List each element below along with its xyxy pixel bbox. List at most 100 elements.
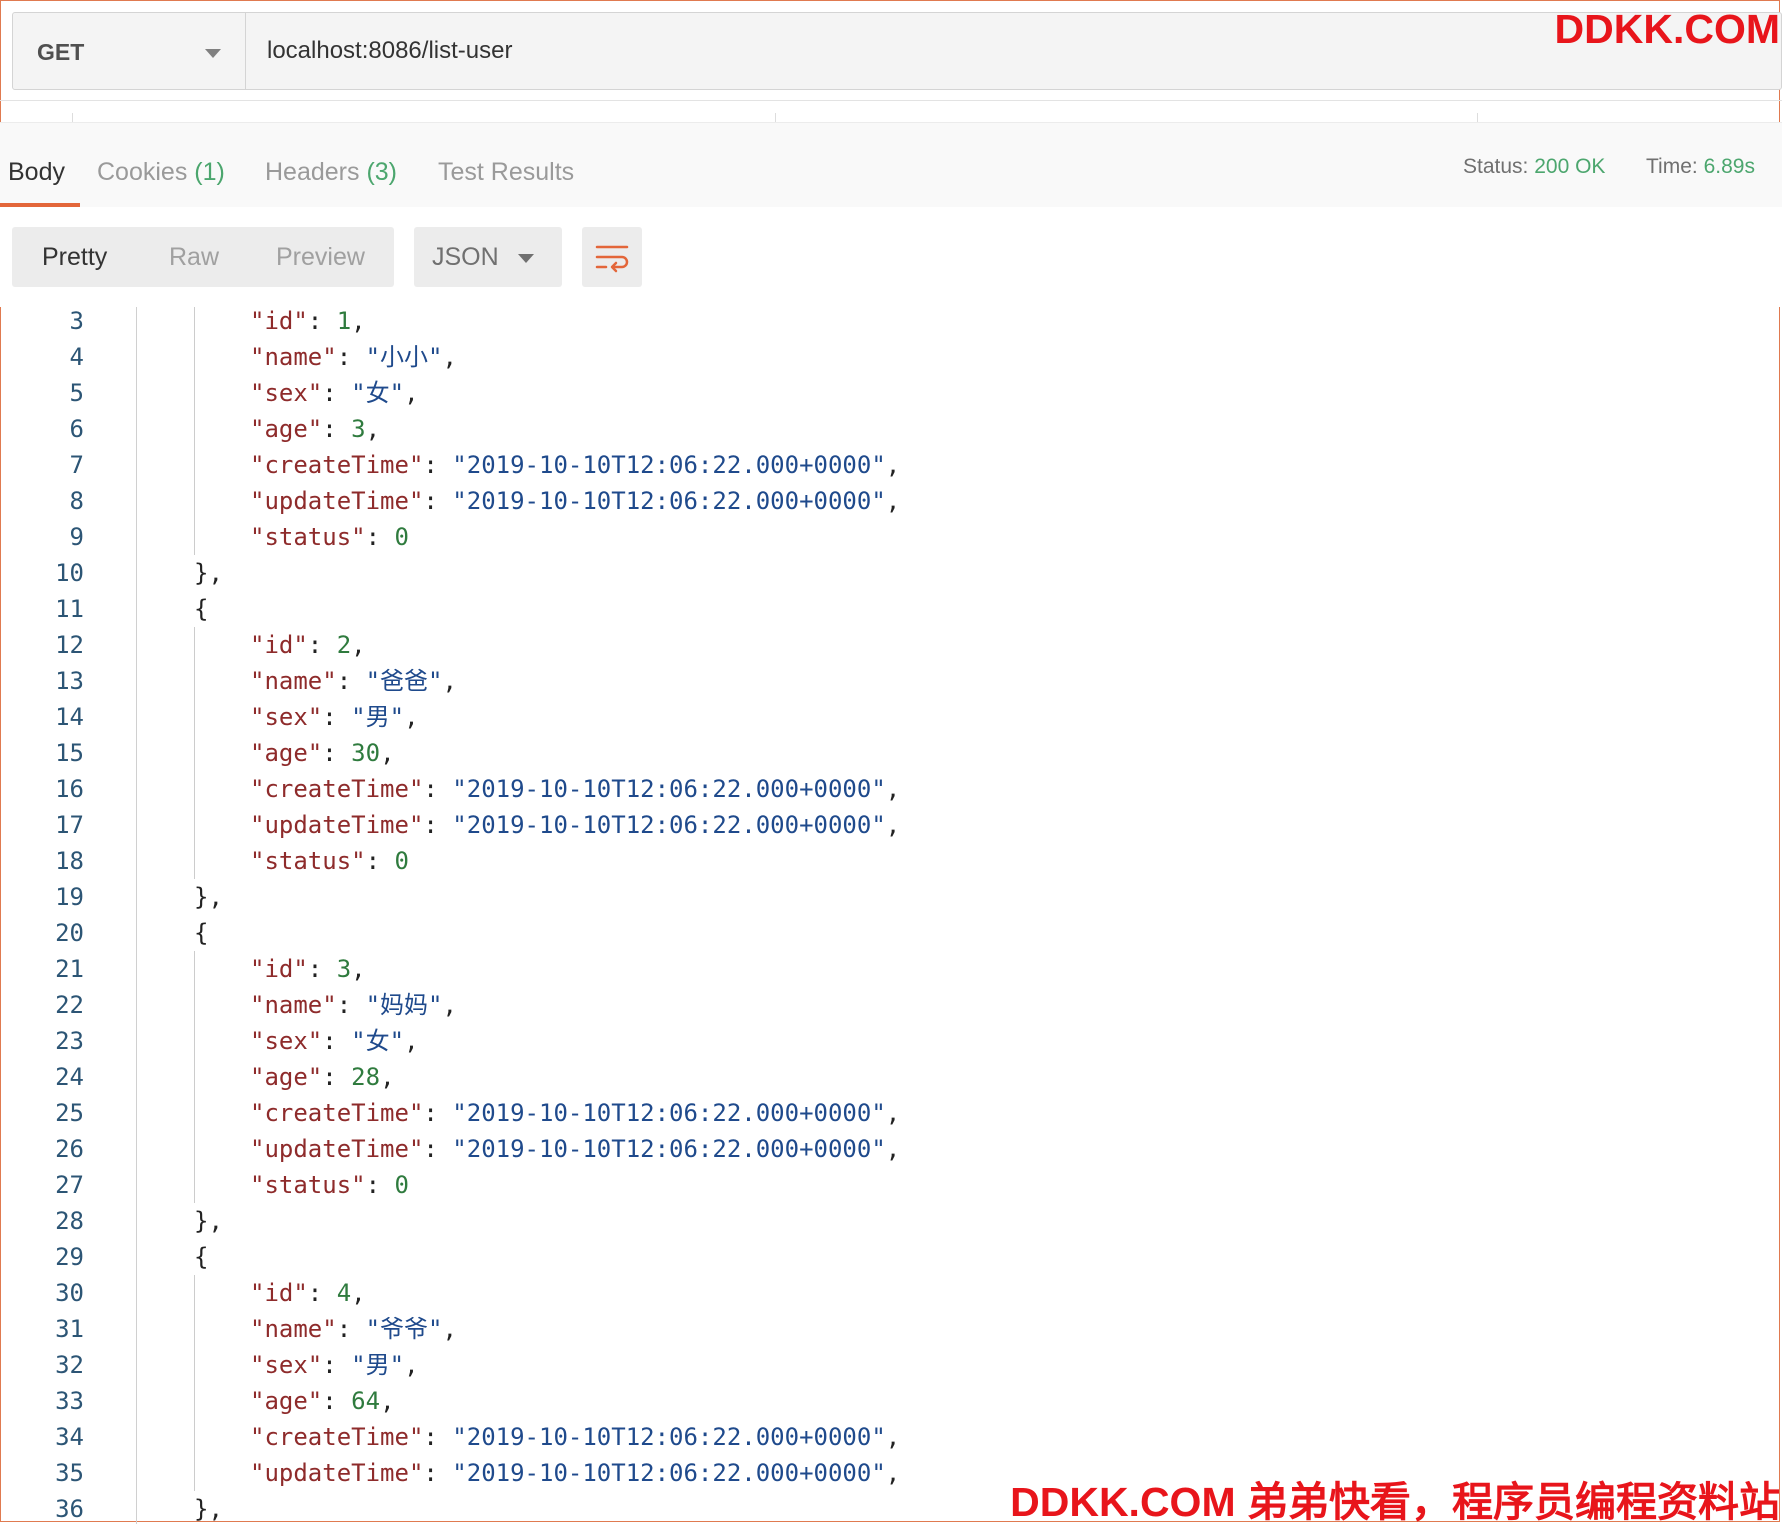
line-number: 33 [55, 1387, 84, 1415]
tab-count: (1) [194, 158, 225, 186]
json-punctuation: }, [194, 883, 223, 911]
json-punctuation: , [404, 379, 419, 407]
json-number: 3 [336, 955, 352, 983]
json-number: 0 [394, 1171, 409, 1199]
tab-label: Headers [265, 158, 360, 186]
code-line: "sex": "女", [250, 1023, 419, 1059]
tab-label: Test Results [438, 158, 575, 186]
tab-cookies[interactable]: Cookies (1) [97, 158, 225, 187]
wrap-lines-button[interactable] [582, 227, 642, 287]
line-number: 31 [55, 1315, 84, 1343]
line-number: 10 [55, 559, 84, 587]
json-number: 1 [336, 307, 352, 335]
json-string: "女" [351, 379, 405, 407]
json-punctuation: }, [194, 559, 223, 587]
json-punctuation: : [322, 739, 352, 767]
json-string: "爷爷" [365, 1315, 443, 1343]
json-key: "status" [250, 1171, 366, 1199]
json-string: "小小" [365, 343, 443, 371]
json-punctuation: , [442, 343, 457, 371]
tab-test-results[interactable]: Test Results [438, 158, 574, 187]
json-punctuation: : [307, 1279, 337, 1307]
line-number: 20 [55, 919, 84, 947]
line-number: 14 [55, 703, 84, 731]
code-line: "status": 0 [250, 1167, 409, 1203]
json-key: "updateTime" [250, 1459, 424, 1487]
json-key: "updateTime" [250, 1135, 424, 1163]
json-punctuation: : [423, 451, 453, 479]
tab-label: Cookies [97, 158, 188, 186]
line-number: 8 [69, 487, 84, 515]
line-number: 21 [55, 955, 84, 983]
json-punctuation: , [442, 991, 457, 1019]
json-punctuation: : [336, 343, 366, 371]
json-punctuation: : [423, 1135, 453, 1163]
tab-body[interactable]: Body [8, 158, 65, 187]
status-label: Status: [1463, 155, 1529, 178]
json-punctuation: : [307, 307, 337, 335]
json-punctuation: : [322, 1027, 352, 1055]
json-key: "createTime" [250, 775, 424, 803]
line-number: 6 [69, 415, 84, 443]
json-punctuation: , [885, 1423, 901, 1451]
line-number: 5 [69, 379, 84, 407]
line-number: 23 [55, 1027, 84, 1055]
method-dropdown[interactable]: GET [13, 13, 246, 89]
json-key: "age" [250, 1387, 323, 1415]
code-line: "id": 4, [250, 1275, 366, 1311]
divider-strip [0, 100, 1782, 123]
code-line: "age": 64, [250, 1383, 395, 1419]
json-number: 2 [336, 631, 352, 659]
line-number: 18 [55, 847, 84, 875]
line-number: 12 [55, 631, 84, 659]
code-line: "updateTime": "2019-10-10T12:06:22.000+0… [250, 1131, 900, 1167]
json-punctuation: : [365, 1171, 395, 1199]
json-punctuation: , [885, 1459, 901, 1487]
json-string: "2019-10-10T12:06:22.000+0000" [452, 1459, 886, 1487]
time-label: Time: [1646, 155, 1698, 178]
json-key: "age" [250, 415, 323, 443]
line-number: 35 [55, 1459, 84, 1487]
line-number: 13 [55, 667, 84, 695]
json-key: "name" [250, 991, 337, 1019]
mode-preview[interactable]: Preview [276, 243, 365, 272]
indent-guide [194, 627, 195, 879]
json-key: "updateTime" [250, 487, 424, 515]
json-punctuation: : [322, 1351, 352, 1379]
json-string: "2019-10-10T12:06:22.000+0000" [452, 487, 886, 515]
chevron-down-icon [518, 254, 534, 263]
json-punctuation: : [336, 991, 366, 1019]
line-number: 22 [55, 991, 84, 1019]
line-number: 26 [55, 1135, 84, 1163]
json-punctuation: , [351, 631, 366, 659]
json-punctuation: : [322, 379, 352, 407]
json-punctuation: : [322, 703, 352, 731]
url-input[interactable]: localhost:8086/list-user [267, 37, 512, 65]
response-body-code[interactable]: 2{3"id": 1,4"name": "小小",5"sex": "女",6"a… [0, 307, 1782, 1524]
json-key: "name" [250, 343, 337, 371]
json-key: "id" [250, 955, 308, 983]
json-string: "2019-10-10T12:06:22.000+0000" [452, 1423, 886, 1451]
body-toolbar: Pretty Raw Preview JSON [0, 207, 1782, 307]
mode-pretty[interactable]: Pretty [42, 243, 107, 272]
json-key: "createTime" [250, 451, 424, 479]
method-label: GET [37, 39, 85, 65]
format-dropdown[interactable]: JSON [414, 227, 562, 287]
json-key: "sex" [250, 1027, 323, 1055]
json-punctuation: : [322, 1063, 352, 1091]
mode-raw[interactable]: Raw [169, 243, 219, 272]
json-key: "name" [250, 667, 337, 695]
json-number: 4 [336, 1279, 352, 1307]
json-punctuation: , [885, 1099, 901, 1127]
code-line: "sex": "女", [250, 375, 419, 411]
line-number: 34 [55, 1423, 84, 1451]
json-punctuation: : [423, 1459, 453, 1487]
line-number: 32 [55, 1351, 84, 1379]
json-punctuation: : [336, 1315, 366, 1343]
line-number: 28 [55, 1207, 84, 1235]
json-punctuation: : [322, 415, 352, 443]
line-number: 27 [55, 1171, 84, 1199]
time-value: 6.89s [1703, 155, 1755, 178]
code-line: "name": "爷爷", [250, 1311, 457, 1347]
tab-headers[interactable]: Headers (3) [265, 158, 397, 187]
